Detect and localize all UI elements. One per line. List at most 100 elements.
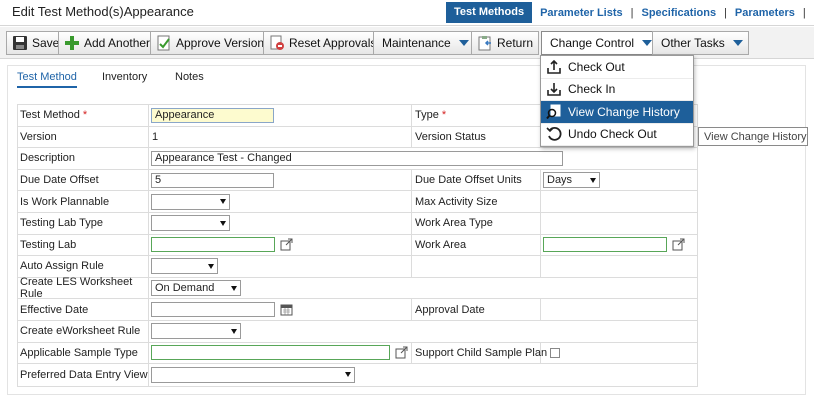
change-control-menu: Check Out Check In View Change History U… (540, 55, 694, 147)
testing-lab-type-cell (149, 212, 412, 234)
work-area-cell (541, 235, 697, 256)
return-button[interactable]: Return (471, 31, 540, 55)
menu-item-check-in[interactable]: Check In (541, 79, 693, 101)
create-les-worksheet-rule-select[interactable]: On Demand (151, 280, 241, 297)
form-row: Create eWorksheet Rule (18, 320, 697, 343)
tab-notes[interactable]: Notes (175, 71, 204, 83)
popout-icon[interactable] (280, 238, 293, 251)
save-label: Save (32, 36, 60, 50)
form-row: Preferred Data Entry View (18, 364, 697, 386)
nav-parameters[interactable]: Parameters (727, 7, 803, 19)
change-control-label: Change Control (550, 36, 635, 50)
tooltip: View Change History (698, 127, 808, 146)
page-header: Edit Test Method(s)Appearance Test Metho… (0, 0, 814, 26)
support-child-sample-plan-label: Support Child Sample Plan (412, 342, 547, 364)
support-child-sample-plan-cell (541, 343, 697, 364)
nav-specifications[interactable]: Specifications (633, 7, 724, 19)
support-child-sample-plan-checkbox[interactable] (550, 347, 560, 358)
auto-assign-rule-label: Auto Assign Rule (18, 256, 149, 277)
testing-lab-type-label: Testing Lab Type (18, 212, 149, 234)
menu-item-view-change-history[interactable]: View Change History (541, 101, 693, 124)
type-label: Type * (412, 105, 541, 126)
maintenance-button[interactable]: Maintenance (373, 31, 475, 55)
due-date-offset-input[interactable]: 5 (151, 172, 274, 188)
effective-date-input[interactable] (151, 302, 275, 318)
auto-assign-rule-select[interactable] (151, 258, 218, 275)
test-method-label: Test Method * (18, 105, 149, 126)
chevron-down-icon (458, 40, 469, 46)
chevron-down-icon (208, 263, 214, 269)
description-value-cell: Appearance Test - Changed (149, 148, 697, 169)
preferred-data-entry-view-cell (149, 364, 697, 386)
form-row: Effective Date Approval Date (18, 299, 697, 321)
create-eworksheet-rule-cell (149, 321, 697, 342)
preferred-data-entry-view-select[interactable] (151, 366, 355, 383)
tab-test-method[interactable]: Test Method (17, 71, 77, 88)
chevron-down-icon (231, 328, 237, 334)
nav-parameter-lists[interactable]: Parameter Lists (532, 7, 631, 19)
approve-version-button[interactable]: Approve Version (150, 31, 271, 55)
description-input[interactable]: Appearance Test - Changed (151, 150, 563, 166)
menu-item-check-out[interactable]: Check Out (541, 56, 693, 79)
due-date-offset-units-cell: Days (541, 170, 697, 191)
is-work-plannable-label: Is Work Plannable (18, 191, 149, 212)
check-in-icon (546, 81, 562, 97)
save-icon (12, 35, 28, 51)
due-date-offset-label: Due Date Offset (18, 169, 149, 191)
due-date-offset-units-label: Due Date Offset Units (412, 169, 541, 191)
chevron-down-icon (642, 40, 653, 46)
popout-icon[interactable] (672, 238, 685, 251)
empty-cell (541, 256, 697, 277)
menu-item-undo-check-out[interactable]: Undo Check Out (541, 124, 693, 146)
create-les-worksheet-rule-label: Create LES Worksheet Rule (18, 276, 149, 300)
other-tasks-button[interactable]: Other Tasks (652, 31, 749, 55)
add-another-label: Add Another (84, 36, 151, 50)
calendar-icon[interactable] (280, 303, 293, 316)
create-les-worksheet-rule-cell: On Demand (149, 278, 697, 299)
create-eworksheet-rule-label: Create eWorksheet Rule (18, 320, 149, 342)
form-row: Testing Lab Work Area (18, 234, 697, 257)
applicable-sample-type-input[interactable] (151, 345, 390, 361)
version-label: Version (18, 126, 149, 148)
test-method-input[interactable]: Appearance (151, 107, 274, 123)
create-eworksheet-rule-select[interactable] (151, 323, 241, 340)
testing-lab-type-select[interactable] (151, 215, 230, 232)
chevron-down-icon (231, 285, 237, 291)
tab-inventory[interactable]: Inventory (102, 71, 147, 83)
return-label: Return (497, 36, 534, 50)
reset-approvals-icon (269, 35, 285, 51)
max-activity-size-label: Max Activity Size (412, 191, 541, 212)
form-row: Description Appearance Test - Changed (18, 148, 697, 170)
due-date-offset-units-select[interactable]: Days (543, 172, 600, 189)
popout-icon[interactable] (395, 346, 408, 359)
form-row: Due Date Offset 5 Due Date Offset Units … (18, 169, 697, 192)
history-search-icon (546, 104, 562, 120)
change-control-button[interactable]: Change Control (541, 31, 659, 55)
form-row: Testing Lab Type Work Area Type (18, 212, 697, 235)
nav-units[interactable]: Units (806, 7, 814, 19)
plus-icon (64, 35, 80, 51)
approve-version-label: Approve Version (176, 36, 265, 50)
approval-date-value (541, 299, 697, 320)
chevron-down-icon (345, 372, 351, 378)
reset-approvals-button[interactable]: Reset Approvals (263, 31, 383, 55)
testing-lab-label: Testing Lab (18, 234, 149, 256)
form-row: Auto Assign Rule (18, 256, 697, 278)
form-row: Applicable Sample Type Support Child Sam… (18, 342, 697, 365)
work-area-input[interactable] (543, 237, 667, 253)
effective-date-cell (149, 299, 412, 320)
form-row: Create LES Worksheet Rule On Demand (18, 276, 697, 300)
maintenance-label: Maintenance (382, 36, 451, 50)
test-method-value-cell: Appearance (149, 105, 412, 126)
effective-date-label: Effective Date (18, 299, 149, 320)
save-button[interactable]: Save (6, 31, 66, 55)
chevron-down-icon (590, 177, 596, 183)
required-marker: * (82, 109, 88, 122)
work-area-label: Work Area (412, 234, 541, 256)
nav-test-methods[interactable]: Test Methods (446, 2, 533, 23)
add-another-button[interactable]: Add Another (58, 31, 157, 55)
max-activity-size-value (541, 191, 697, 212)
empty-cell (412, 256, 541, 277)
testing-lab-input[interactable] (151, 237, 275, 253)
is-work-plannable-select[interactable] (151, 193, 230, 210)
